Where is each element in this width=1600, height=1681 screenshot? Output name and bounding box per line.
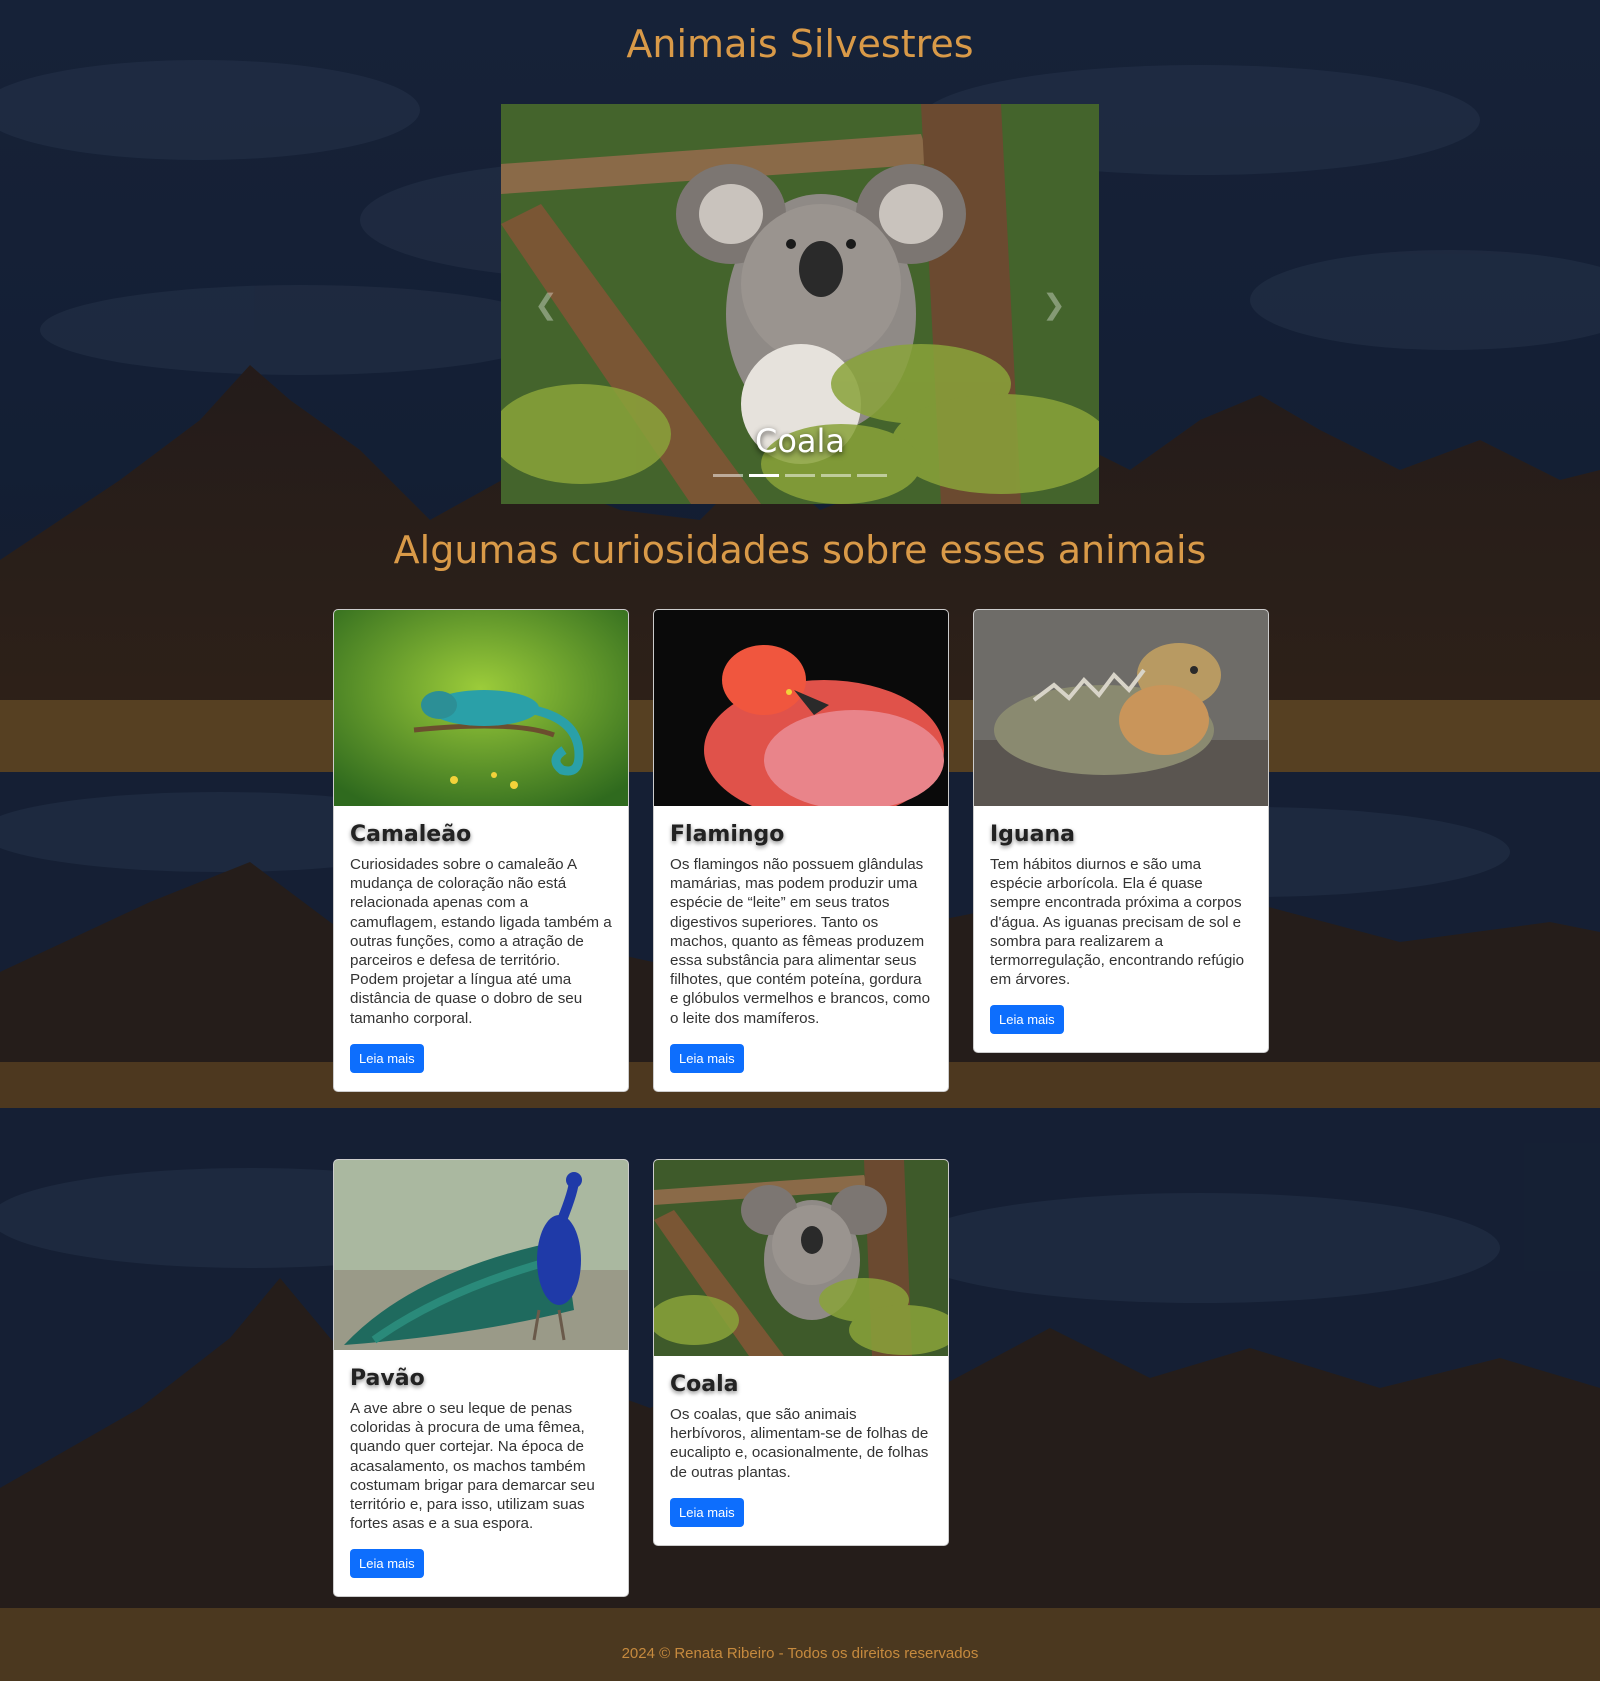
page: Animais Silvestres ❮ ❯ Coala Algumas cur… [0, 0, 1600, 1681]
site-title: Animais Silvestres [626, 22, 974, 66]
read-more-button[interactable]: Leia mais [670, 1043, 744, 1073]
card-image-flamingo [654, 610, 948, 806]
chevron-left-icon: ❮ [534, 287, 558, 321]
chevron-right-icon: ❯ [1042, 287, 1066, 321]
carousel-indicator-3[interactable] [785, 474, 815, 477]
card-iguana: Iguana Tem hábitos diurnos e são uma esp… [973, 609, 1269, 1054]
card-title: Coala [670, 1372, 739, 1397]
card-text: Os coalas, que são animais herbívoros, a… [670, 1406, 929, 1481]
carousel-indicator-2[interactable] [749, 474, 779, 477]
section-title: Algumas curiosidades sobre esses animais [393, 528, 1207, 572]
carousel-indicators [713, 474, 887, 477]
card-title: Iguana [990, 822, 1075, 847]
footer-copyright: 2024 © Renata Ribeiro - Todos os direito… [621, 1645, 979, 1662]
read-more-button[interactable]: Leia mais [670, 1497, 744, 1527]
read-more-button[interactable]: Leia mais [990, 1005, 1064, 1035]
card-coala: Coala Os coalas, que são animais herbívo… [653, 1159, 949, 1546]
card-image-iguana [974, 610, 1268, 806]
card-title: Pavão [350, 1366, 425, 1391]
carousel-indicator-4[interactable] [821, 474, 851, 477]
card-title: Flamingo [670, 822, 785, 847]
carousel-indicator-5[interactable] [857, 474, 887, 477]
card-text: Os flamingos não possuem glândulas mamár… [670, 856, 931, 1027]
carousel-caption: Coala [754, 422, 846, 460]
card-image-camaleao [334, 610, 628, 806]
card-image-coala [654, 1160, 948, 1356]
read-more-button[interactable]: Leia mais [350, 1043, 424, 1073]
card-text: Tem hábitos diurnos e são uma espécie ar… [990, 856, 1245, 989]
card-image-pavao [334, 1160, 628, 1350]
card-title: Camaleão [350, 822, 472, 847]
carousel: ❮ ❯ Coala [501, 104, 1099, 504]
card-camaleao: Camaleão Curiosidades sobre o camaleão A… [333, 609, 629, 1092]
carousel-indicator-1[interactable] [713, 474, 743, 477]
card-text: A ave abre o seu leque de penas colorida… [350, 1400, 595, 1533]
card-pavao: Pavão A ave abre o seu leque de penas co… [333, 1159, 629, 1598]
card-flamingo: Flamingo Os flamingos não possuem glându… [653, 609, 949, 1092]
read-more-button[interactable]: Leia mais [350, 1549, 424, 1579]
card-text: Curiosidades sobre o camaleão A mudança … [350, 856, 612, 1027]
